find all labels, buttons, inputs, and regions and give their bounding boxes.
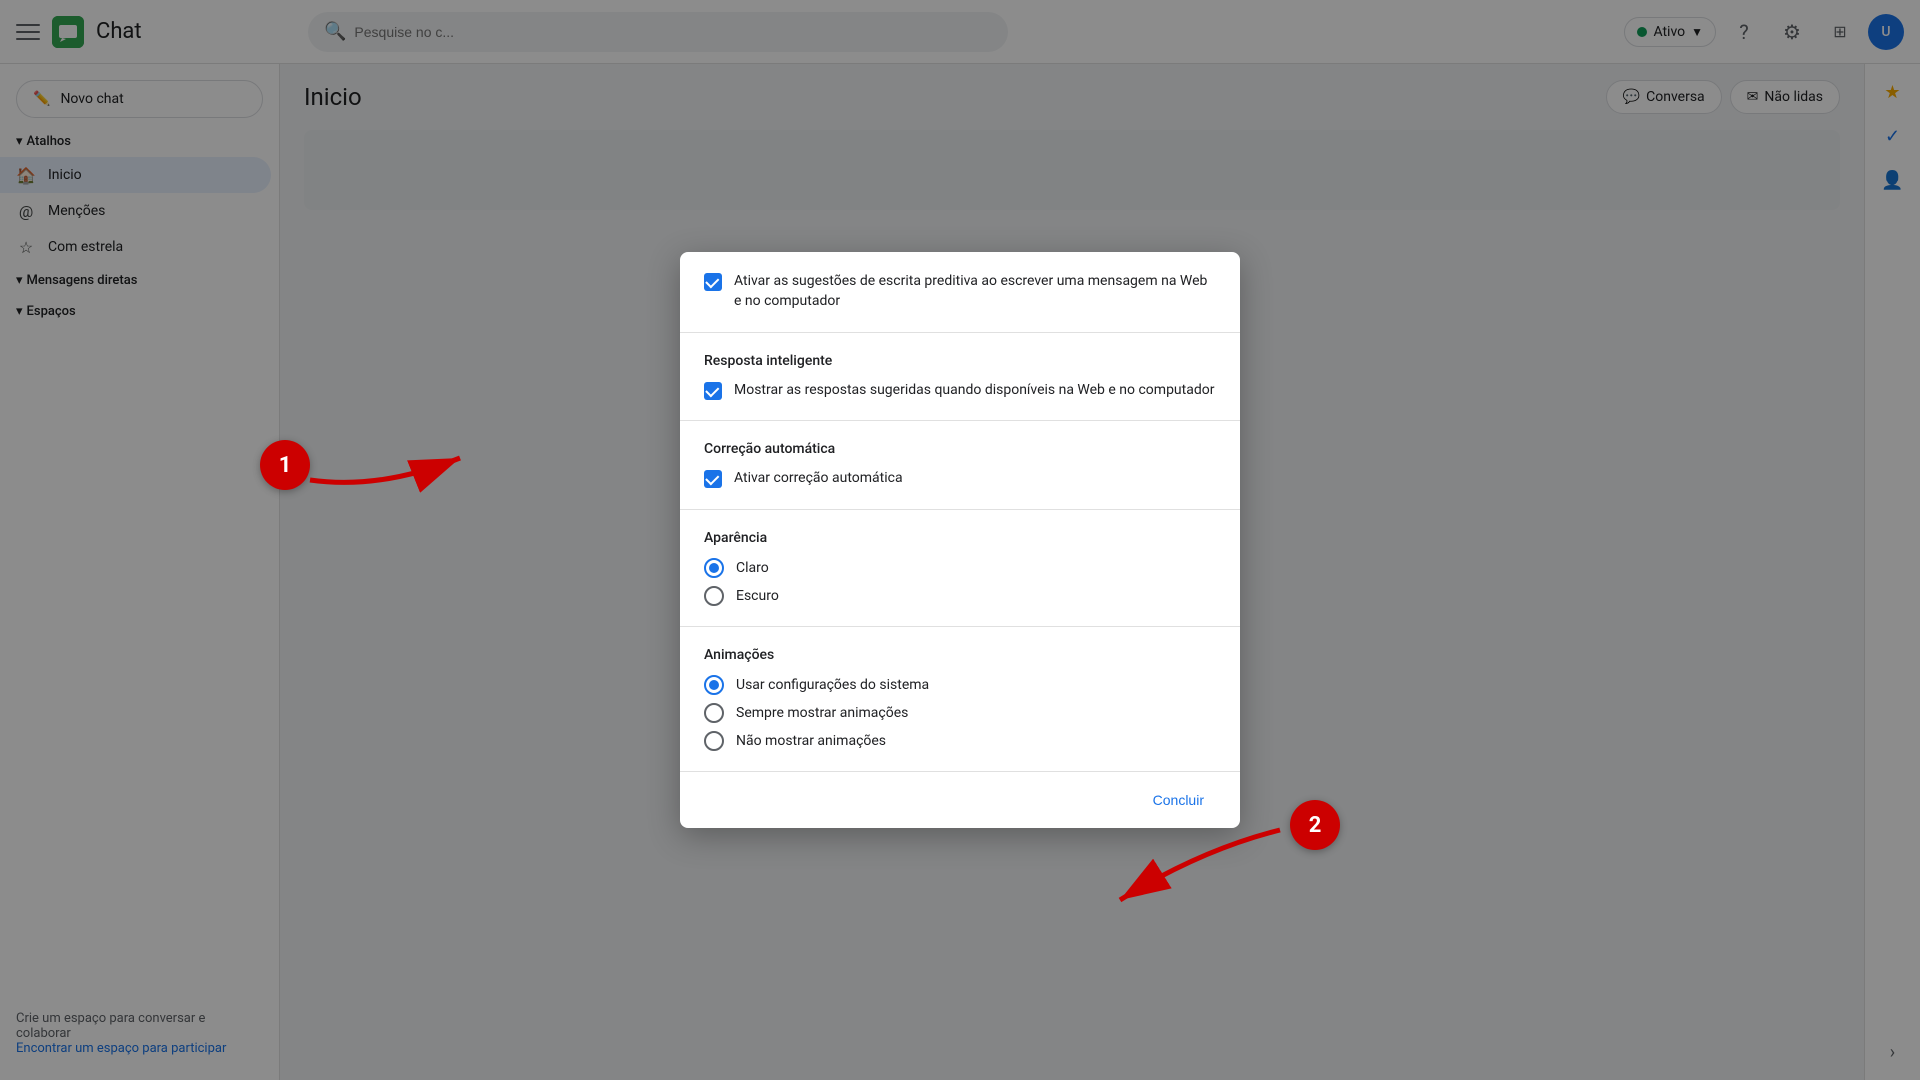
animation-never-row: Não mostrar animações	[704, 731, 1216, 751]
escuro-label: Escuro	[736, 588, 779, 604]
concluir-button[interactable]: Concluir	[1141, 784, 1216, 816]
radio-claro[interactable]	[704, 558, 724, 578]
appearance-claro-row: Claro	[704, 558, 1216, 578]
smart-reply-title: Resposta inteligente	[704, 353, 1216, 369]
smart-reply-label: Mostrar as respostas sugeridas quando di…	[734, 381, 1214, 401]
predictive-writing-checkbox[interactable]	[704, 273, 722, 291]
autocorrect-row: Ativar correção automática	[704, 469, 1216, 489]
animation-system-row: Usar configurações do sistema	[704, 675, 1216, 695]
animations-title: Animações	[704, 647, 1216, 663]
radio-always[interactable]	[704, 703, 724, 723]
claro-label: Claro	[736, 560, 769, 576]
settings-modal: Ativar as sugestões de escrita preditiva…	[680, 252, 1240, 827]
autocorrect-title: Correção automática	[704, 441, 1216, 457]
appearance-escuro-row: Escuro	[704, 586, 1216, 606]
appearance-title: Aparência	[704, 530, 1216, 546]
predictive-writing-row: Ativar as sugestões de escrita preditiva…	[704, 272, 1216, 311]
radio-never[interactable]	[704, 731, 724, 751]
modal-footer: Concluir	[680, 771, 1240, 828]
animations-section: Animações Usar configurações do sistema …	[680, 627, 1240, 771]
smart-reply-checkbox[interactable]	[704, 382, 722, 400]
never-label: Não mostrar animações	[736, 733, 886, 749]
appearance-section: Aparência Claro Escuro	[680, 510, 1240, 627]
autocorrect-section: Correção automática Ativar correção auto…	[680, 421, 1240, 510]
always-label: Sempre mostrar animações	[736, 705, 908, 721]
smart-reply-section: Resposta inteligente Mostrar as resposta…	[680, 333, 1240, 422]
modal-overlay: Ativar as sugestões de escrita preditiva…	[0, 0, 1920, 1080]
autocorrect-checkbox[interactable]	[704, 470, 722, 488]
autocorrect-label: Ativar correção automática	[734, 469, 903, 489]
smart-reply-row: Mostrar as respostas sugeridas quando di…	[704, 381, 1216, 401]
predictive-writing-section: Ativar as sugestões de escrita preditiva…	[680, 252, 1240, 332]
system-label: Usar configurações do sistema	[736, 677, 929, 693]
radio-escuro[interactable]	[704, 586, 724, 606]
predictive-writing-label: Ativar as sugestões de escrita preditiva…	[734, 272, 1216, 311]
radio-system[interactable]	[704, 675, 724, 695]
animation-always-row: Sempre mostrar animações	[704, 703, 1216, 723]
modal-body: Ativar as sugestões de escrita preditiva…	[680, 252, 1240, 770]
